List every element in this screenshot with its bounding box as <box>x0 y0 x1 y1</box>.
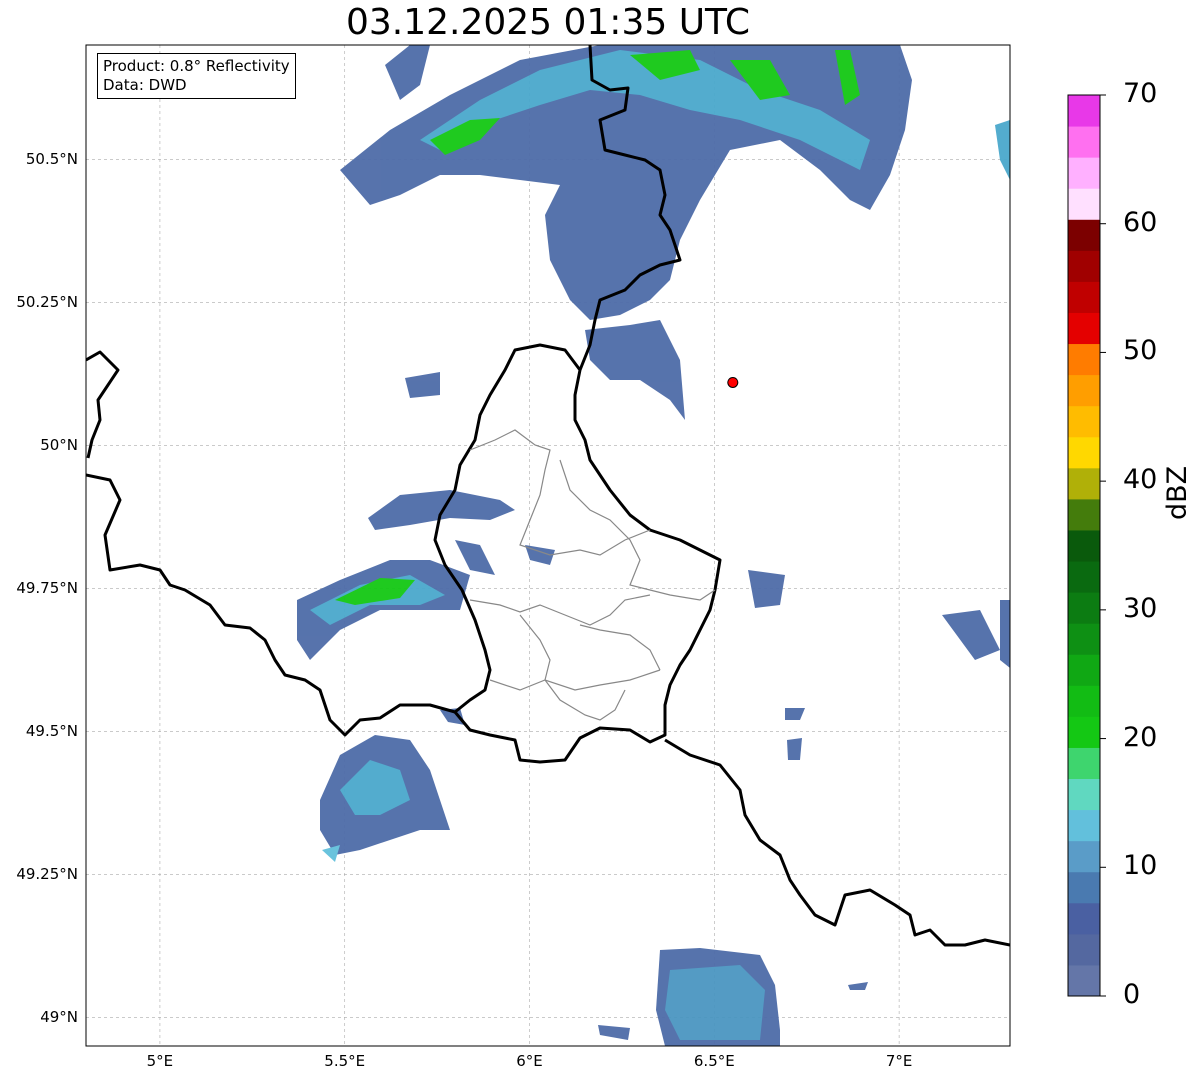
colorbar-label: dBZ <box>1162 465 1193 520</box>
colorbar-tick-label: 50 <box>1123 335 1158 367</box>
colorbar-tick-label: 60 <box>1123 206 1158 238</box>
colorbar-swatch <box>1068 498 1100 531</box>
colorbar-swatch <box>1068 467 1100 500</box>
colorbar-tick-label: 20 <box>1123 721 1158 753</box>
colorbar-swatch <box>1068 778 1100 811</box>
colorbar-swatch <box>1068 157 1100 189</box>
colorbar-swatch <box>1068 343 1100 376</box>
colorbar <box>1067 94 1106 997</box>
colorbar-swatch <box>1068 529 1100 562</box>
colorbar-swatch <box>1068 902 1100 935</box>
colorbar-swatch <box>1068 654 1100 686</box>
colorbar-tick-label: 0 <box>1123 979 1141 1010</box>
colorbar-tick-label: 40 <box>1123 464 1158 496</box>
colorbar-swatch <box>1068 219 1100 251</box>
colorbar-swatch <box>1068 840 1100 873</box>
colorbar-swatch <box>1068 623 1100 655</box>
colorbar-swatch <box>1068 281 1100 313</box>
colorbar-swatch <box>1068 592 1100 624</box>
colorbar-swatch <box>1068 964 1100 997</box>
colorbar-swatch <box>1068 809 1100 842</box>
colorbar-swatch <box>1068 871 1100 904</box>
colorbar-swatch <box>1068 188 1100 220</box>
colorbar-swatch <box>1068 312 1100 345</box>
colorbar-swatch <box>1068 374 1100 407</box>
colorbar-tick-label: 30 <box>1123 592 1158 624</box>
colorbar-swatch <box>1068 250 1100 282</box>
colorbar-swatch <box>1068 405 1100 438</box>
colorbar-swatch <box>1068 685 1100 717</box>
colorbar-swatch <box>1068 436 1100 469</box>
colorbar-swatch <box>1068 126 1100 158</box>
colorbar-swatch <box>1068 561 1100 593</box>
colorbar-swatch <box>1068 747 1100 780</box>
colorbar-swatch <box>1068 95 1100 127</box>
colorbar-tick-label: 10 <box>1123 850 1158 882</box>
colorbar-swatch <box>1068 933 1100 966</box>
colorbar-tick-label: 70 <box>1123 78 1158 109</box>
colorbar-swatch <box>1068 716 1100 748</box>
